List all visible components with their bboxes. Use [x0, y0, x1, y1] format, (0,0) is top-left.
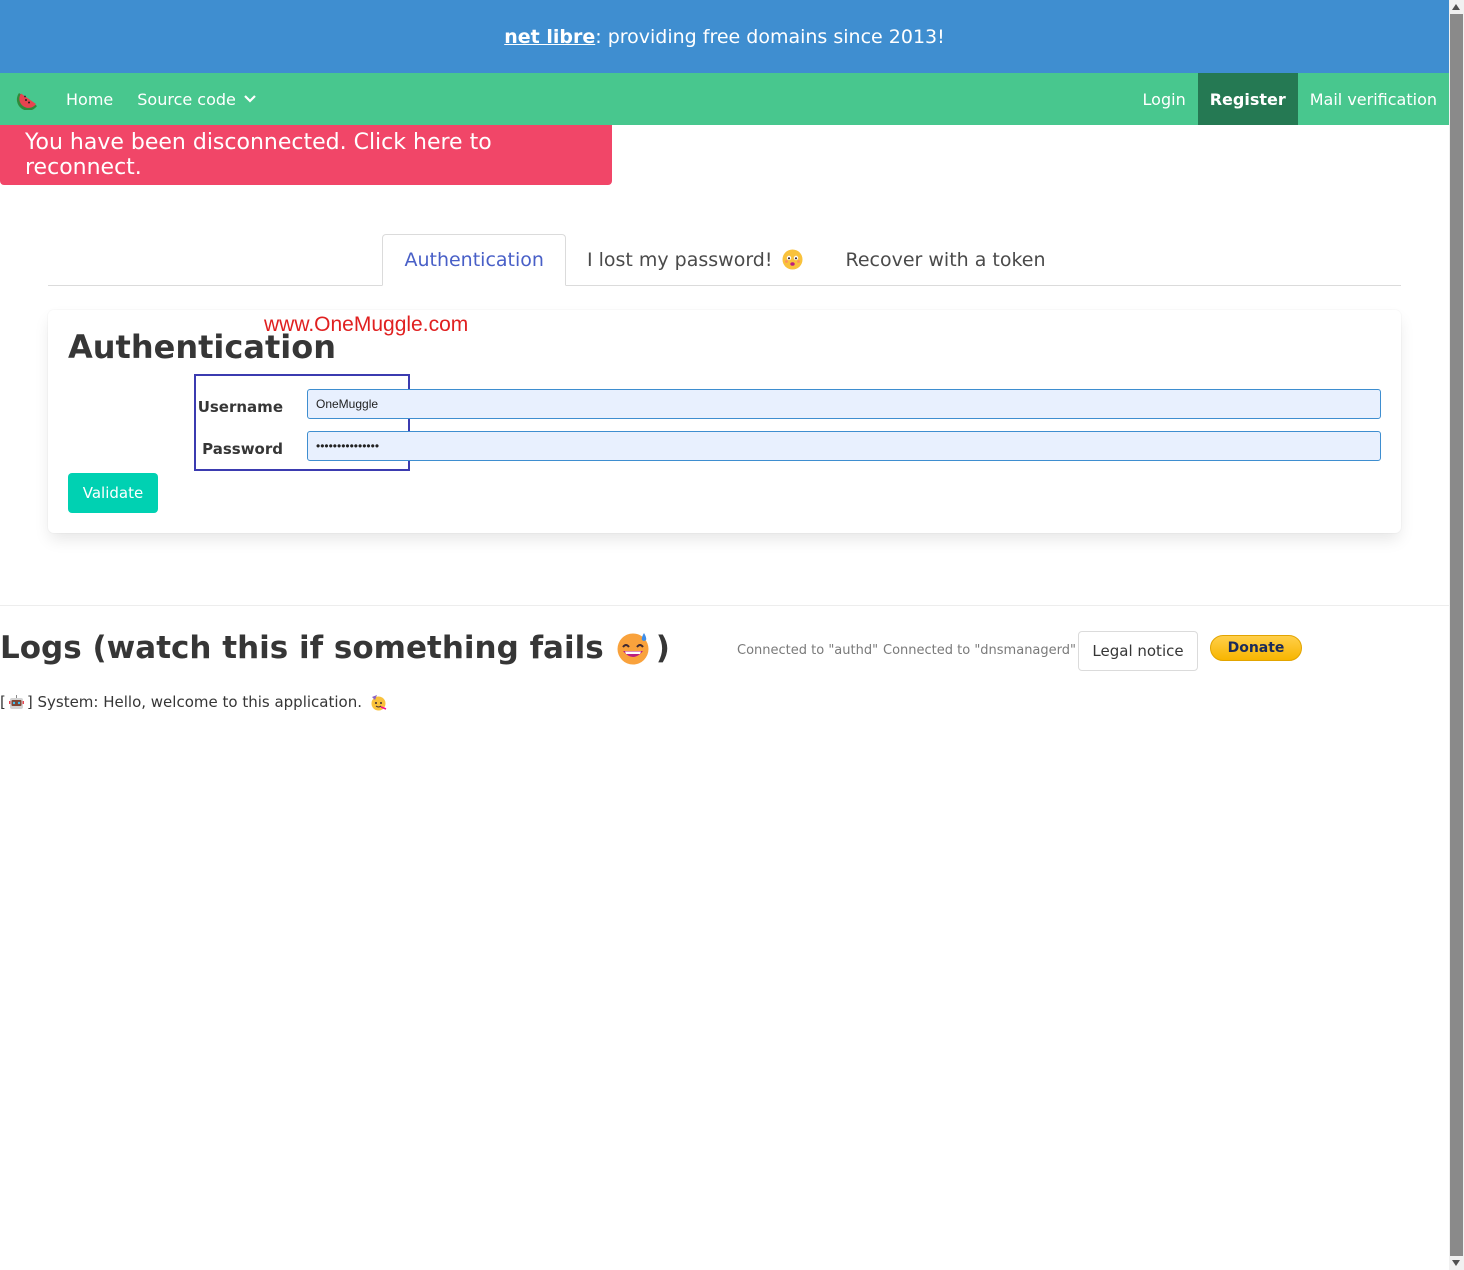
tab-recover-token[interactable]: Recover with a token: [824, 234, 1066, 285]
chevron-down-icon: [244, 95, 256, 103]
nav-register[interactable]: Register: [1197, 73, 1298, 125]
log-entry-prefix: [: [0, 693, 6, 711]
page: net libre : providing free domains since…: [0, 0, 1449, 1270]
tab-authentication[interactable]: Authentication: [382, 234, 566, 286]
navbar-right: Login Register Mail verification: [1131, 73, 1449, 125]
party-face-icon: [370, 694, 387, 711]
robot-icon: [8, 694, 25, 711]
authentication-card: www.OneMuggle.com Authentication Usernam…: [48, 310, 1401, 533]
nav-mail-verification[interactable]: Mail verification: [1298, 73, 1449, 125]
log-entry: [ ] System: Hello, welcome to this appli…: [0, 693, 389, 711]
nav-login[interactable]: Login: [1131, 73, 1198, 125]
password-label: Password: [202, 440, 283, 458]
logs-title: Logs (watch this if something fails ): [0, 630, 670, 666]
page-scrollbar[interactable]: [1449, 0, 1464, 1270]
tab-lost-password[interactable]: I lost my password!: [566, 234, 825, 285]
scrollbar-thumb[interactable]: [1450, 14, 1463, 1256]
nav-source-code-label: Source code: [137, 89, 236, 109]
logo-link[interactable]: [0, 73, 54, 125]
worried-face-icon: [782, 249, 803, 270]
scroll-up-arrow-icon[interactable]: [1452, 4, 1460, 10]
scroll-down-arrow-icon[interactable]: [1452, 1260, 1460, 1266]
reconnect-notice[interactable]: You have been disconnected. Click here t…: [0, 125, 612, 185]
log-entry-text: ] System: Hello, welcome to this applica…: [26, 693, 362, 711]
username-input[interactable]: OneMuggle: [307, 389, 1381, 419]
status-dnsmanagerd: Connected to "dnsmanagerd": [883, 643, 1076, 658]
status-authd: Connected to "authd": [737, 643, 879, 658]
nav-home[interactable]: Home: [54, 73, 125, 125]
logs-title-text: Logs (watch this if something fails: [0, 630, 604, 666]
navbar: Home Source code Login Register Mail ver…: [0, 73, 1449, 125]
legal-notice-button[interactable]: Legal notice: [1078, 631, 1198, 671]
banner-tagline: : providing free domains since 2013!: [595, 25, 945, 48]
nav-source-code-dropdown[interactable]: Source code: [125, 73, 268, 125]
section-divider: [0, 605, 1449, 606]
net-libre-link[interactable]: net libre: [504, 26, 595, 48]
grinning-sweat-face-icon: [616, 631, 650, 665]
navbar-left: Home Source code: [0, 73, 268, 125]
password-input[interactable]: •••••••••••••••: [307, 431, 1381, 461]
tab-lost-password-label: I lost my password!: [586, 248, 773, 271]
tabs: Authentication I lost my password! Recov…: [48, 233, 1401, 286]
card-title: Authentication: [68, 328, 336, 366]
donate-button[interactable]: Donate: [1210, 635, 1302, 661]
top-banner: net libre : providing free domains since…: [0, 0, 1449, 73]
validate-button[interactable]: Validate: [68, 473, 158, 513]
username-label: Username: [197, 398, 283, 416]
logs-title-end: ): [655, 630, 670, 666]
watermelon-icon: [16, 84, 42, 114]
